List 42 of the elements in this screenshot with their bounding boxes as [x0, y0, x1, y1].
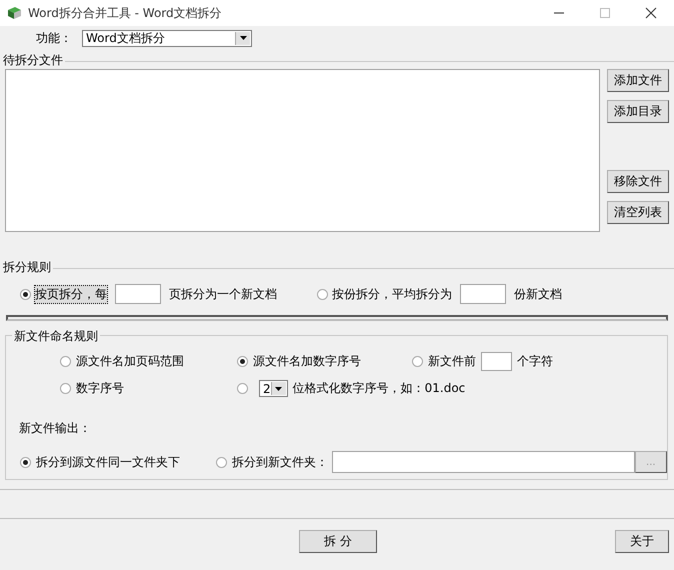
option-label: 拆分到新文件夹： [232, 454, 328, 470]
section-title: 待拆分文件 [3, 52, 63, 68]
file-button[interactable]: 添加目录 [607, 100, 669, 123]
caret-icon [275, 386, 282, 390]
window-title: Word拆分合并工具 - Word文档拆分 [28, 4, 223, 22]
about-button[interactable]: 关于 [615, 530, 669, 552]
radio-button[interactable] [20, 456, 31, 468]
caret-icon [240, 36, 246, 40]
option-label: 源文件名加页码范围 [76, 353, 184, 370]
count-field[interactable] [115, 284, 161, 304]
radio-button[interactable] [237, 383, 248, 394]
file-button[interactable]: 添加文件 [607, 69, 669, 92]
split-button[interactable]: 拆 分 [299, 530, 377, 552]
group-title: 新文件命名规则 [12, 328, 100, 345]
option-label: 按页拆分，每 [35, 286, 107, 302]
option-label: 数字序号 [76, 380, 124, 397]
radio-button[interactable] [60, 356, 71, 367]
radio-button[interactable] [412, 356, 423, 367]
radio-button[interactable] [20, 288, 31, 300]
option-label: 页拆分为一个新文档 [169, 286, 277, 302]
radio-button[interactable] [237, 356, 248, 367]
option-label: 拆分到源文件同一文件夹下 [36, 454, 180, 470]
section-title: 拆分规则 [3, 258, 51, 276]
option-label: 源文件名加数字序号 [253, 353, 361, 370]
digits-dropdown[interactable]: 2 [259, 380, 288, 397]
char-count-field[interactable] [481, 352, 512, 371]
option-label: 位格式化数字序号，如：01.doc [292, 380, 466, 397]
app-icon [6, 5, 22, 21]
radio-button[interactable] [216, 456, 227, 468]
count-field[interactable] [460, 284, 506, 304]
radio-button[interactable] [317, 288, 328, 300]
option-label: 新文件前 [428, 353, 476, 370]
file-button[interactable]: 清空列表 [607, 201, 669, 224]
file-button[interactable]: 移除文件 [607, 170, 669, 193]
function-dropdown[interactable]: Word文档拆分 [82, 30, 252, 46]
function-label: 功能： [36, 30, 72, 46]
folder-field[interactable] [332, 451, 635, 473]
option-label: 按份拆分，平均拆分为 [332, 286, 452, 302]
output-label: 新文件输出： [19, 421, 91, 435]
option-label: 个字符 [517, 353, 553, 370]
option-label: 份新文档 [514, 286, 562, 302]
radio-button[interactable] [60, 383, 71, 394]
